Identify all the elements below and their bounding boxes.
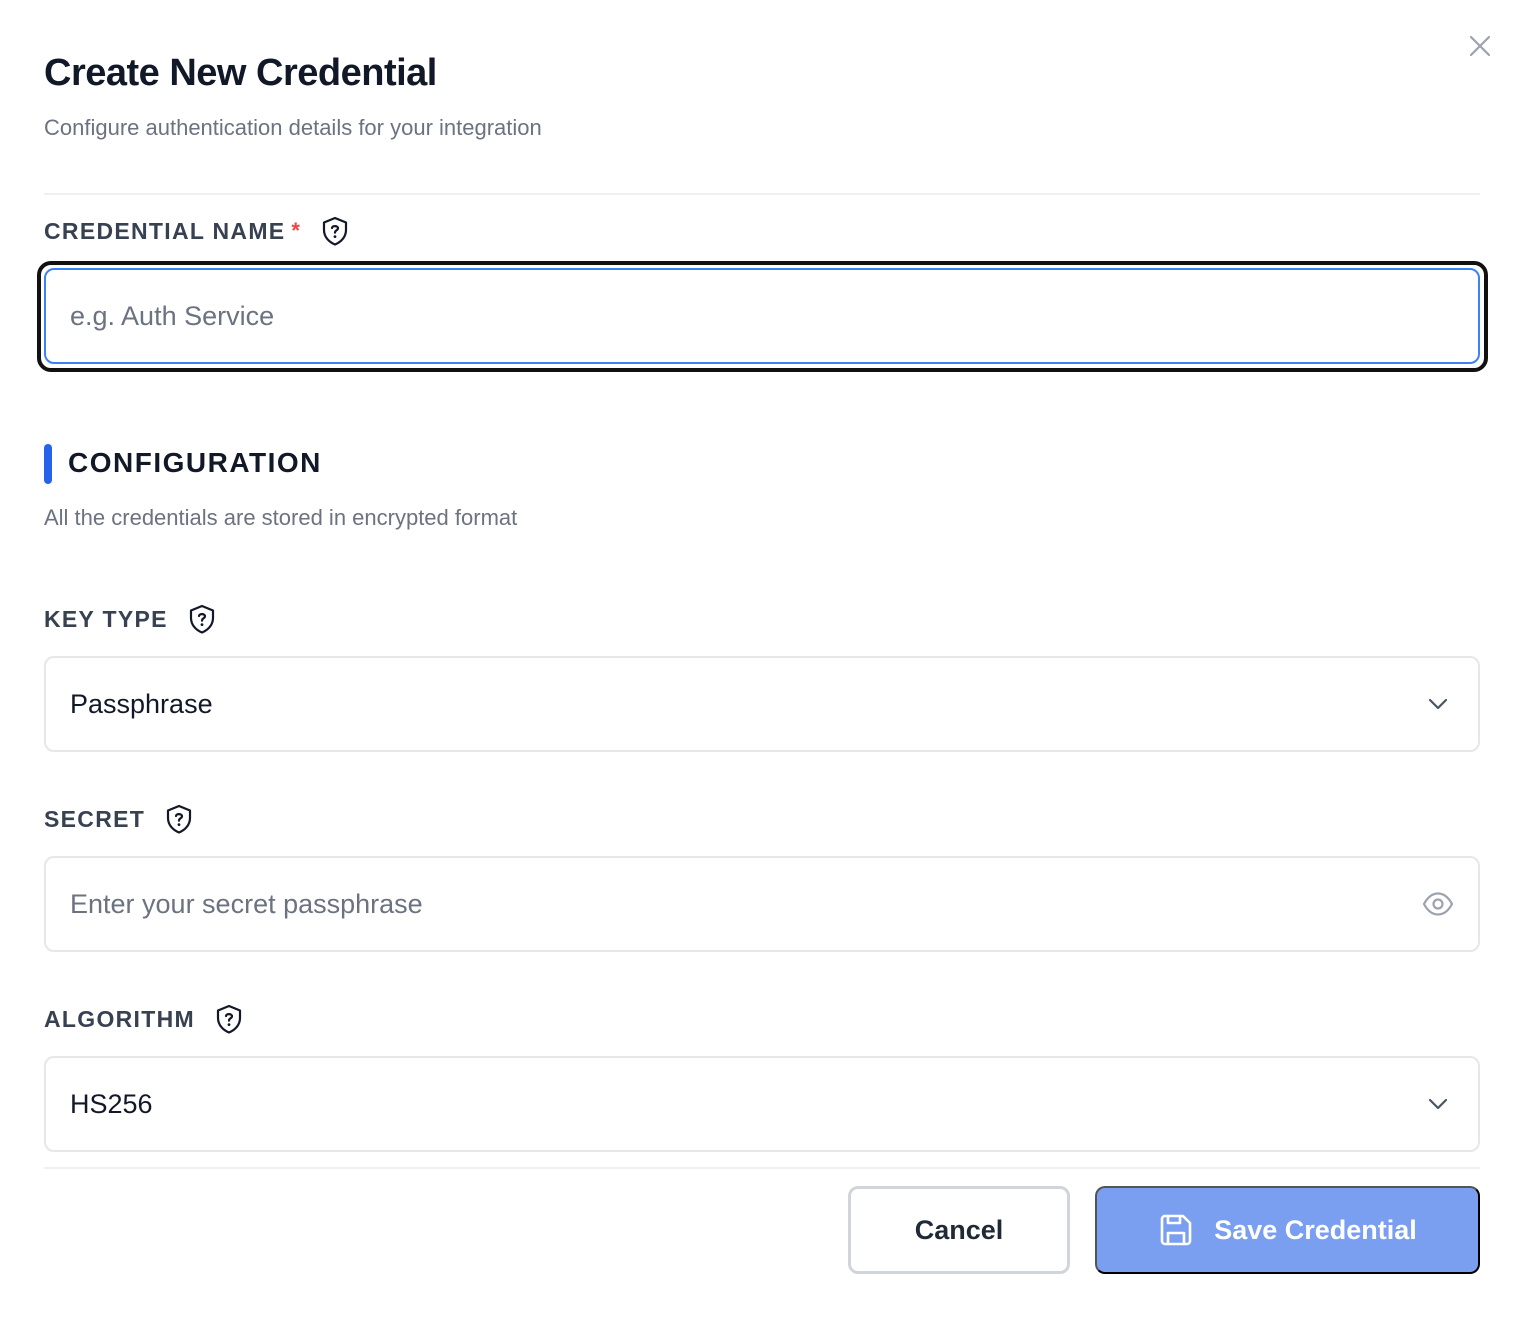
secret-label: SECRET <box>44 804 193 834</box>
secret-input[interactable] <box>70 888 1422 920</box>
key-type-label: KEY TYPE <box>44 604 216 634</box>
credential-name-label: CREDENTIAL NAME * <box>44 216 349 246</box>
close-icon <box>1469 35 1491 57</box>
save-icon <box>1158 1212 1194 1248</box>
cancel-button[interactable]: Cancel <box>848 1186 1070 1274</box>
header-divider <box>44 193 1480 195</box>
section-accent-bar <box>44 444 52 484</box>
algorithm-label-text: ALGORITHM <box>44 1005 195 1032</box>
shield-question-icon[interactable] <box>215 1004 243 1034</box>
secret-label-text: SECRET <box>44 805 146 832</box>
required-marker: * <box>291 218 302 243</box>
create-credential-dialog: Create New Credential Configure authenti… <box>0 0 1526 1340</box>
close-button[interactable] <box>1466 32 1494 60</box>
key-type-select[interactable]: Passphrase <box>44 656 1480 752</box>
save-credential-button[interactable]: Save Credential <box>1095 1186 1480 1274</box>
credential-name-input[interactable] <box>70 300 1454 332</box>
chevron-down-icon <box>1422 688 1454 720</box>
footer-divider <box>44 1167 1480 1169</box>
configuration-description: All the credentials are stored in encryp… <box>44 505 518 530</box>
eye-icon[interactable] <box>1422 888 1454 920</box>
shield-question-icon[interactable] <box>165 804 193 834</box>
algorithm-selected-value: HS256 <box>70 1088 153 1119</box>
algorithm-select[interactable]: HS256 <box>44 1056 1480 1152</box>
algorithm-label: ALGORITHM <box>44 1004 243 1034</box>
dialog-subtitle: Configure authentication details for you… <box>44 115 542 140</box>
key-type-selected-value: Passphrase <box>70 688 213 719</box>
save-credential-label: Save Credential <box>1214 1214 1417 1245</box>
shield-question-icon[interactable] <box>321 216 349 246</box>
credential-name-label-text: CREDENTIAL NAME <box>44 217 286 244</box>
dialog-title: Create New Credential <box>44 52 437 94</box>
shield-question-icon[interactable] <box>188 604 216 634</box>
secret-field[interactable] <box>44 856 1480 952</box>
credential-name-field[interactable] <box>44 268 1480 364</box>
configuration-title: CONFIGURATION <box>68 447 322 478</box>
chevron-down-icon <box>1422 1088 1454 1120</box>
key-type-label-text: KEY TYPE <box>44 605 168 632</box>
